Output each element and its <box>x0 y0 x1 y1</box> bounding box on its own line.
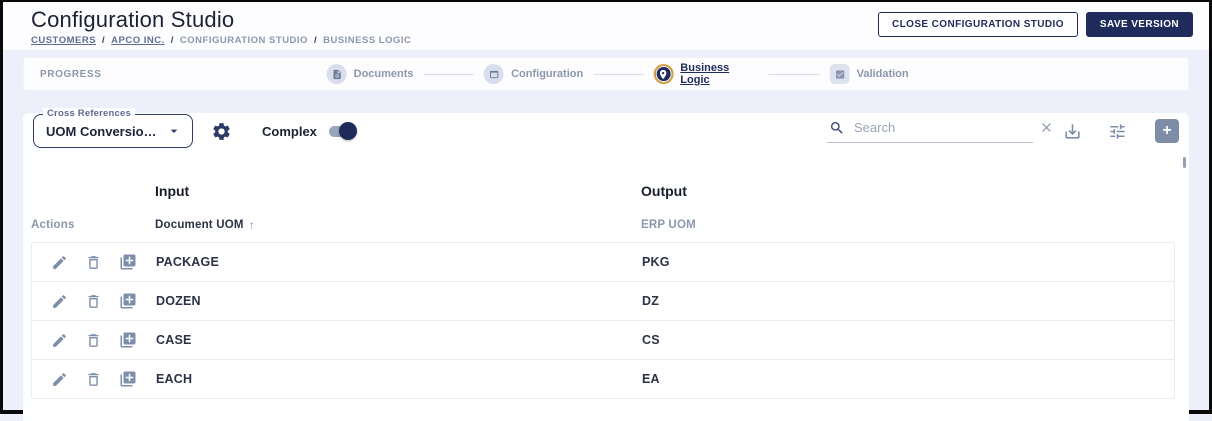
column-document-uom-label: Document UOM <box>155 219 244 231</box>
sort-ascending-icon[interactable]: ↑ <box>249 218 255 232</box>
row-actions <box>32 331 156 349</box>
table-row: CASE CS <box>31 320 1175 360</box>
scrollbar-thumb[interactable] <box>1183 157 1186 168</box>
step-connector <box>423 73 475 75</box>
toolbar: Cross References UOM Conversio… Complex <box>31 108 1179 149</box>
row-actions <box>32 370 156 388</box>
duplicate-add-icon[interactable] <box>119 253 137 271</box>
edit-icon[interactable] <box>51 332 68 349</box>
header-left: Configuration Studio CUSTOMERS / APCO IN… <box>31 7 411 46</box>
step-validation-label: Validation <box>856 68 909 80</box>
complex-label: Complex <box>262 123 317 139</box>
row-actions <box>32 253 156 271</box>
save-version-button[interactable]: SAVE VERSION <box>1085 12 1193 37</box>
row-actions <box>32 292 156 310</box>
complex-toggle-group: Complex <box>262 122 357 140</box>
filter-columns-icon[interactable] <box>1108 122 1127 141</box>
add-row-button[interactable]: + <box>1155 119 1179 143</box>
cell-document-uom: EACH <box>156 372 193 386</box>
cross-references-select-label: Cross References <box>43 108 135 119</box>
breadcrumb: CUSTOMERS / APCO INC. / CONFIGURATION ST… <box>31 35 411 46</box>
step-validation[interactable]: Validation <box>829 64 909 84</box>
delete-icon[interactable] <box>85 254 102 271</box>
header-buttons: CLOSE CONFIGURATION STUDIO SAVE VERSION <box>878 12 1193 37</box>
step-connector <box>769 73 820 75</box>
step-documents[interactable]: Documents <box>326 64 414 84</box>
gear-icon[interactable] <box>211 121 232 142</box>
cell-document-uom: PACKAGE <box>156 255 219 269</box>
column-document-uom[interactable]: Document UOM ↑ <box>155 218 641 232</box>
page-title: Configuration Studio <box>31 7 235 32</box>
progress-steps: Documents Configuration Business Logic V… <box>326 58 909 90</box>
complex-toggle[interactable] <box>327 122 357 140</box>
download-icon[interactable] <box>1063 122 1082 141</box>
table-row: EACH EA <box>31 359 1175 399</box>
breadcrumb-separator: / <box>313 35 318 46</box>
step-business-logic[interactable]: Business Logic <box>653 62 759 86</box>
breadcrumb-apco-inc[interactable]: APCO INC. <box>111 35 165 46</box>
step-documents-label: Documents <box>353 68 414 80</box>
progress-panel: PROGRESS Documents Configuration Busines… <box>23 57 1189 91</box>
table-group-header: Input Output <box>31 179 1175 203</box>
search-box <box>827 120 1051 143</box>
breadcrumb-separator: / <box>170 35 174 46</box>
checkbox-icon <box>829 64 850 84</box>
column-actions: Actions <box>31 219 75 231</box>
document-icon <box>326 64 347 84</box>
close-configuration-studio-button[interactable]: CLOSE CONFIGURATION STUDIO <box>878 12 1078 37</box>
breadcrumb-business-logic: BUSINESS LOGIC <box>323 35 412 46</box>
chevron-down-icon <box>166 123 182 139</box>
step-configuration-label: Configuration <box>511 68 584 80</box>
main-panel: Cross References UOM Conversio… Complex <box>23 108 1189 421</box>
delete-icon[interactable] <box>85 332 102 349</box>
toggle-thumb <box>338 122 357 140</box>
edit-icon[interactable] <box>51 254 68 271</box>
search-input[interactable] <box>854 120 1030 135</box>
edit-icon[interactable] <box>51 371 68 388</box>
app-header: Configuration Studio CUSTOMERS / APCO IN… <box>3 2 1209 50</box>
table-row: DOZEN DZ <box>31 281 1175 321</box>
step-business-logic-label: Business Logic <box>680 62 730 86</box>
delete-icon[interactable] <box>85 371 102 388</box>
duplicate-add-icon[interactable] <box>119 292 137 310</box>
column-erp-uom-label: ERP UOM <box>641 219 696 231</box>
clear-search-icon[interactable] <box>1039 120 1054 135</box>
cell-erp-uom: PKG <box>642 255 670 269</box>
column-erp-uom[interactable]: ERP UOM <box>641 219 1175 231</box>
group-header-output: Output <box>641 183 687 199</box>
table-rows: PACKAGE PKG DOZEN DZ CASE CS EACH EA <box>31 242 1175 399</box>
duplicate-add-icon[interactable] <box>119 331 137 349</box>
table-column-header: Actions Document UOM ↑ ERP UOM <box>31 215 1175 235</box>
delete-icon[interactable] <box>85 293 102 310</box>
step-connector <box>593 73 644 75</box>
step-configuration[interactable]: Configuration <box>484 64 583 84</box>
cell-erp-uom: DZ <box>642 294 660 308</box>
cross-references-select[interactable]: Cross References UOM Conversio… <box>33 108 193 148</box>
breadcrumb-customers[interactable]: CUSTOMERS <box>31 35 96 46</box>
cross-reference-table: Input Output Actions Document UOM ↑ ERP … <box>31 179 1175 399</box>
search-icon <box>829 120 845 136</box>
cell-document-uom: DOZEN <box>156 294 201 308</box>
cell-document-uom: CASE <box>156 333 192 347</box>
edit-icon[interactable] <box>51 293 68 310</box>
pin-icon <box>653 64 674 84</box>
breadcrumb-configuration-studio: CONFIGURATION STUDIO <box>179 35 308 46</box>
cell-erp-uom: EA <box>642 372 660 386</box>
group-header-input: Input <box>155 183 190 199</box>
cell-erp-uom: CS <box>642 333 660 347</box>
window-icon <box>484 64 505 84</box>
breadcrumb-separator: / <box>102 35 106 46</box>
toolbar-right: + <box>827 119 1179 143</box>
progress-label: PROGRESS <box>40 68 102 80</box>
table-row: PACKAGE PKG <box>31 242 1175 282</box>
duplicate-add-icon[interactable] <box>119 370 137 388</box>
cross-references-select-value: UOM Conversio… <box>46 123 157 139</box>
